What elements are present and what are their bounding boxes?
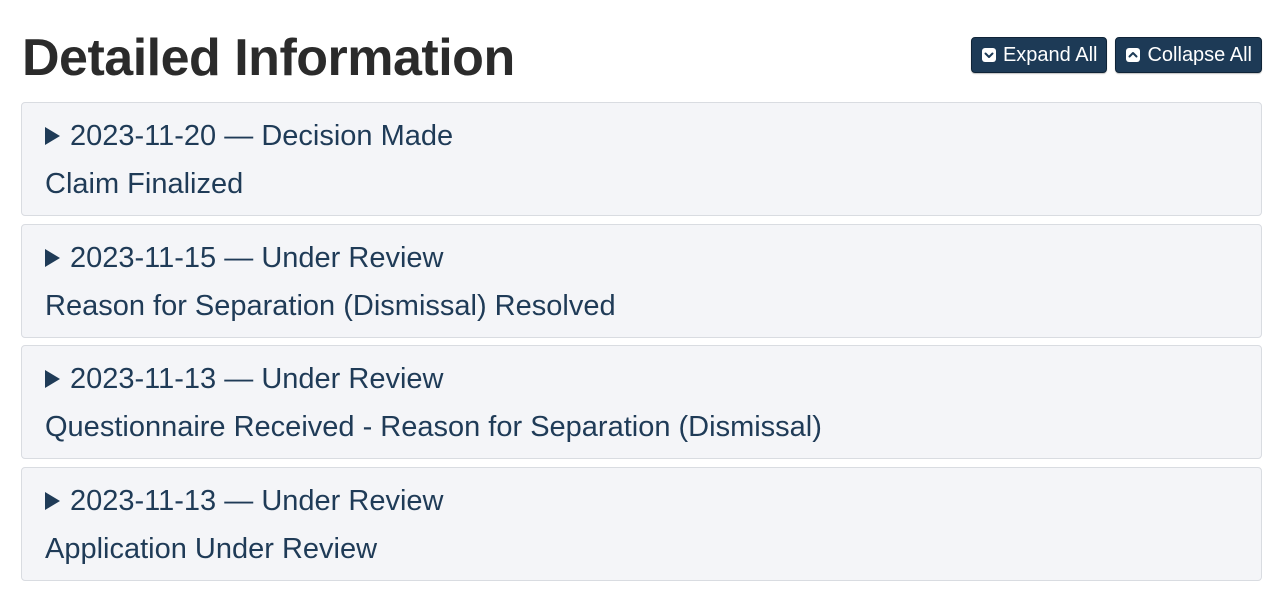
expand-triangle-icon [45, 370, 60, 388]
event-list: 2023-11-20 — Decision Made Claim Finaliz… [21, 102, 1262, 588]
page: Detailed Information Expand All Collapse… [0, 0, 1280, 600]
event-item[interactable]: 2023-11-15 — Under Review Reason for Sep… [21, 223, 1262, 338]
event-status: Decision Made [261, 120, 454, 152]
event-description: Application Under Review [45, 532, 378, 565]
event-status: Under Review [261, 241, 444, 274]
event-summary[interactable]: 2023-11-15 — Under Review [45, 239, 443, 277]
collapse-all-button[interactable]: Collapse All [1115, 37, 1262, 73]
event-item[interactable]: 2023-11-13 — Under Review Questionnaire … [21, 345, 1262, 459]
expand-triangle-icon [45, 127, 60, 145]
page-title: Detailed Information [22, 29, 515, 87]
event-separator: — [224, 484, 254, 517]
event-summary[interactable]: 2023-11-13 — Under Review [45, 360, 443, 398]
event-summary[interactable]: 2023-11-13 — Under Review [45, 482, 443, 520]
chevron-down-box-icon [981, 48, 996, 62]
event-status: Under Review [261, 363, 444, 395]
event-description: Reason for Separation (Dismissal) Resolv… [45, 289, 616, 322]
event-item[interactable]: 2023-11-20 — Decision Made Claim Finaliz… [21, 102, 1262, 216]
toolbar: Expand All Collapse All [970, 37, 1262, 73]
expand-all-label: Expand All [1002, 43, 1098, 66]
expand-triangle-icon [45, 491, 60, 510]
event-description: Questionnaire Received - Reason for Sepa… [45, 411, 822, 443]
event-separator: — [224, 363, 254, 395]
event-summary[interactable]: 2023-11-20 — Decision Made [45, 117, 453, 155]
chevron-up-box-icon [1126, 48, 1141, 62]
event-separator: — [224, 120, 254, 152]
event-date: 2023-11-13 [70, 484, 217, 517]
expand-all-button[interactable]: Expand All [970, 37, 1108, 73]
event-date: 2023-11-15 [70, 241, 217, 274]
event-date: 2023-11-20 [70, 120, 217, 152]
event-separator: — [224, 241, 254, 274]
event-description: Claim Finalized [45, 168, 244, 200]
expand-triangle-icon [45, 248, 60, 267]
collapse-all-label: Collapse All [1147, 43, 1252, 66]
event-date: 2023-11-13 [70, 363, 217, 395]
event-item[interactable]: 2023-11-13 — Under Review Application Un… [21, 466, 1262, 581]
event-status: Under Review [261, 484, 444, 517]
